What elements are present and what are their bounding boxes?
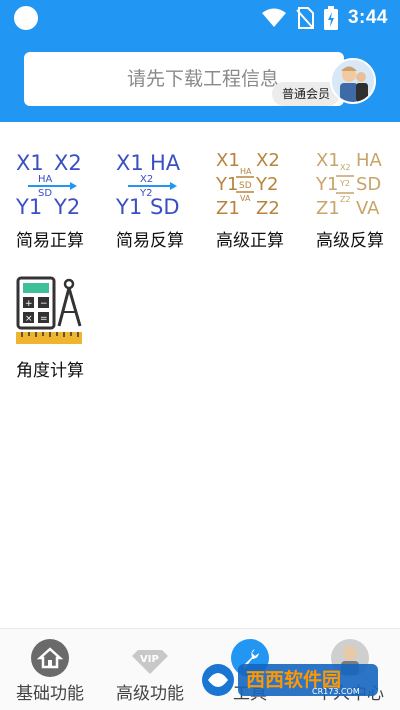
nav-advanced[interactable]: VIP 高级功能 [100,629,200,710]
svg-text:Z2: Z2 [340,195,351,204]
svg-text:Y1: Y1 [215,174,238,195]
svg-text:HA: HA [240,167,252,176]
svg-text:SD: SD [239,181,252,191]
svg-text:HA: HA [150,151,181,175]
tool-advanced-forward-label: 高级正算 [216,231,284,251]
tool-angle-calc-label: 角度计算 [16,361,84,381]
watermark-site: CR173.COM [312,687,360,696]
simple-inverse-icon: X1 HA X2 Y2 Y1 SD [115,151,181,218]
svg-text:HA: HA [356,150,383,171]
status-icons: 3:44 [261,5,388,31]
vip-diamond-icon: VIP [132,650,168,674]
svg-text:Y1: Y1 [315,174,338,195]
nav-basic[interactable]: 基础功能 [0,629,100,710]
user-avatar[interactable] [330,58,376,104]
svg-text:+: + [25,299,33,309]
nav-advanced-label: 高级功能 [116,684,184,704]
svg-text:VA: VA [356,198,380,218]
no-sim-icon [296,7,314,29]
svg-text:VA: VA [240,194,251,203]
advanced-forward-icon: X1 X2 HA Y1 SD Y2 VA Z1 Z2 [215,150,280,218]
tool-angle-calc[interactable]: + − × = 角度计算 [0,266,100,386]
status-bar: 3:44 [0,0,400,36]
svg-text:Y1: Y1 [115,195,142,218]
tool-simple-inverse-label: 简易反算 [116,231,184,251]
svg-text:Y2: Y2 [339,179,350,188]
svg-text:X1: X1 [16,151,44,175]
tool-simple-forward-label: 简易正算 [16,231,84,251]
tool-simple-inverse[interactable]: X1 HA X2 Y2 Y1 SD 简易反算 [100,136,200,256]
advanced-inverse-icon: X1 X2 HA Y1 Y2 SD Z2 Z1 VA [315,150,383,218]
tool-advanced-forward[interactable]: X1 X2 HA Y1 SD Y2 VA Z1 Z2 高级正算 [200,136,300,256]
svg-text:=: = [40,314,48,324]
home-icon [31,639,69,677]
simple-forward-icon: X1 X2 HA SD Y1 Y2 [15,151,82,218]
svg-text:Z2: Z2 [256,198,280,218]
tool-advanced-inverse[interactable]: X1 X2 HA Y1 Y2 SD Z2 Z1 VA 高级反算 [300,136,400,256]
calculator-compass-icon: + − × = [16,276,82,344]
svg-text:VIP: VIP [140,654,159,665]
svg-text:X2: X2 [140,174,153,185]
circle-indicator-icon [14,6,38,30]
svg-text:×: × [25,314,33,324]
svg-text:Y2: Y2 [53,195,80,218]
svg-text:Z1: Z1 [316,198,340,218]
nav-basic-label: 基础功能 [16,684,84,704]
svg-text:Y1: Y1 [15,195,42,218]
svg-text:X2: X2 [256,150,280,171]
battery-charging-icon [323,6,338,30]
svg-text:SD: SD [356,174,381,195]
svg-text:X1: X1 [216,150,240,171]
tool-simple-forward[interactable]: X1 X2 HA SD Y1 Y2 简易正算 [0,136,100,256]
svg-text:X2: X2 [54,151,82,175]
avatar-icon [332,60,374,102]
svg-text:X1: X1 [116,151,144,175]
svg-text:HA: HA [38,174,53,185]
svg-text:X1: X1 [316,150,340,171]
svg-text:Z1: Z1 [216,198,240,218]
tool-advanced-inverse-label: 高级反算 [316,231,384,251]
svg-text:Y2: Y2 [255,174,278,195]
svg-text:SD: SD [150,195,180,218]
svg-text:−: − [40,299,48,309]
wifi-icon [261,8,286,27]
svg-text:X2: X2 [340,163,351,172]
watermark-logo: 西西软件园 CR173.COM [200,660,380,700]
status-time: 3:44 [347,7,388,28]
